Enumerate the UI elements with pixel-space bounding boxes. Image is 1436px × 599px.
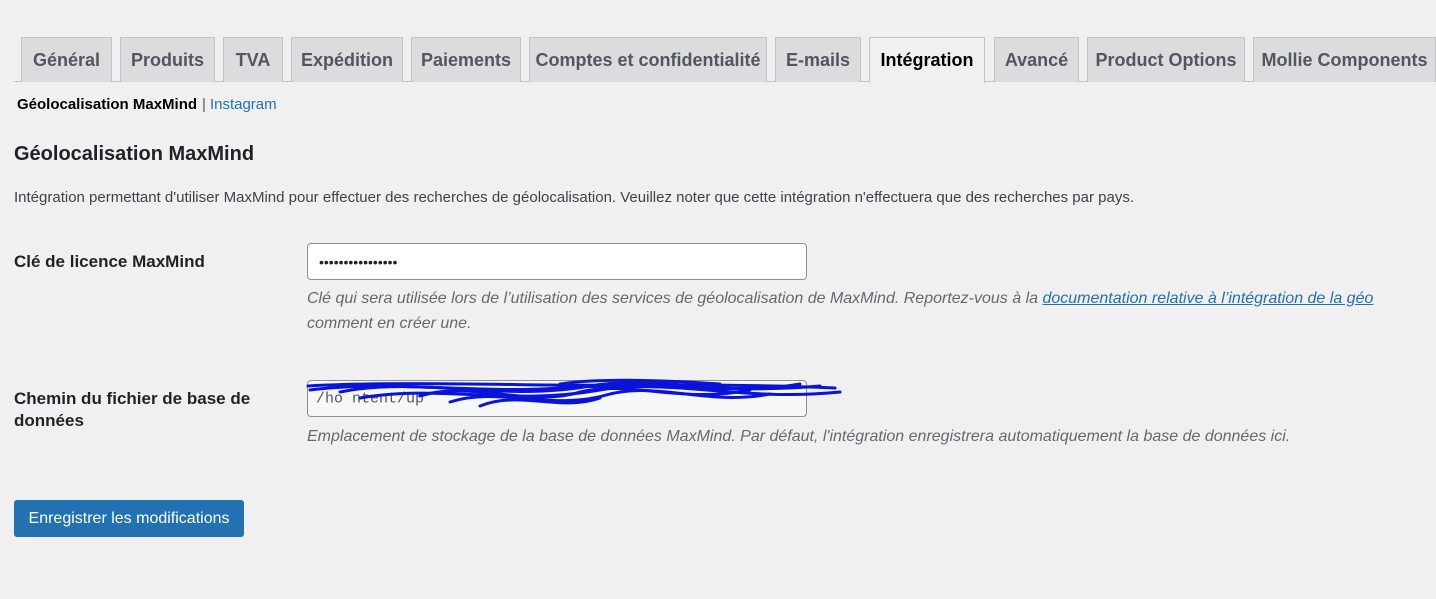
license-key-label: Clé de licence MaxMind <box>14 252 205 271</box>
redaction-scribble <box>306 378 842 408</box>
tab-advanced[interactable]: Avancé <box>994 37 1079 82</box>
page-title: Géolocalisation MaxMind <box>14 143 255 165</box>
tab-products[interactable]: Produits <box>120 37 215 82</box>
tab-shipping[interactable]: Expédition <box>291 37 403 82</box>
license-key-value: •••••••••••••••• <box>319 253 398 270</box>
settings-tab-bar: Général Produits TVA Expédition Paiement… <box>14 37 1436 83</box>
subnav-link-instagram[interactable]: Instagram <box>210 96 277 113</box>
tab-tax[interactable]: TVA <box>223 37 283 82</box>
license-desc-line2: comment en créer une. <box>307 315 472 332</box>
woocommerce-settings-page: Général Produits TVA Expédition Paiement… <box>0 0 1436 599</box>
tab-accounts-privacy[interactable]: Comptes et confidentialité <box>529 37 767 82</box>
license-key-description: Clé qui sera utilisée lors de l’utilisat… <box>307 286 1436 336</box>
integration-subnav: Géolocalisation MaxMind | Instagram <box>17 96 277 113</box>
tab-integration[interactable]: Intégration <box>869 37 985 83</box>
database-path-description: Emplacement de stockage de la base de do… <box>307 428 1291 445</box>
subnav-separator: | <box>202 96 206 113</box>
section-description: Intégration permettant d'utiliser MaxMin… <box>14 189 1135 206</box>
tab-emails[interactable]: E-mails <box>775 37 861 82</box>
tab-mollie-components[interactable]: Mollie Components <box>1253 37 1436 82</box>
tab-general[interactable]: Général <box>21 37 112 82</box>
tab-product-options[interactable]: Product Options <box>1087 37 1245 82</box>
license-desc-text: Clé qui sera utilisée lors de l’utilisat… <box>307 290 1043 307</box>
save-changes-button[interactable]: Enregistrer les modifications <box>14 500 244 537</box>
tab-payments[interactable]: Paiements <box>411 37 521 82</box>
license-key-field[interactable]: •••••••••••••••• <box>307 243 807 280</box>
integration-docs-link[interactable]: documentation relative à l’intégration d… <box>1042 290 1373 307</box>
database-path-label: Chemin du fichier de base de données <box>14 389 251 430</box>
subnav-current-maxmind[interactable]: Géolocalisation MaxMind <box>17 96 197 113</box>
